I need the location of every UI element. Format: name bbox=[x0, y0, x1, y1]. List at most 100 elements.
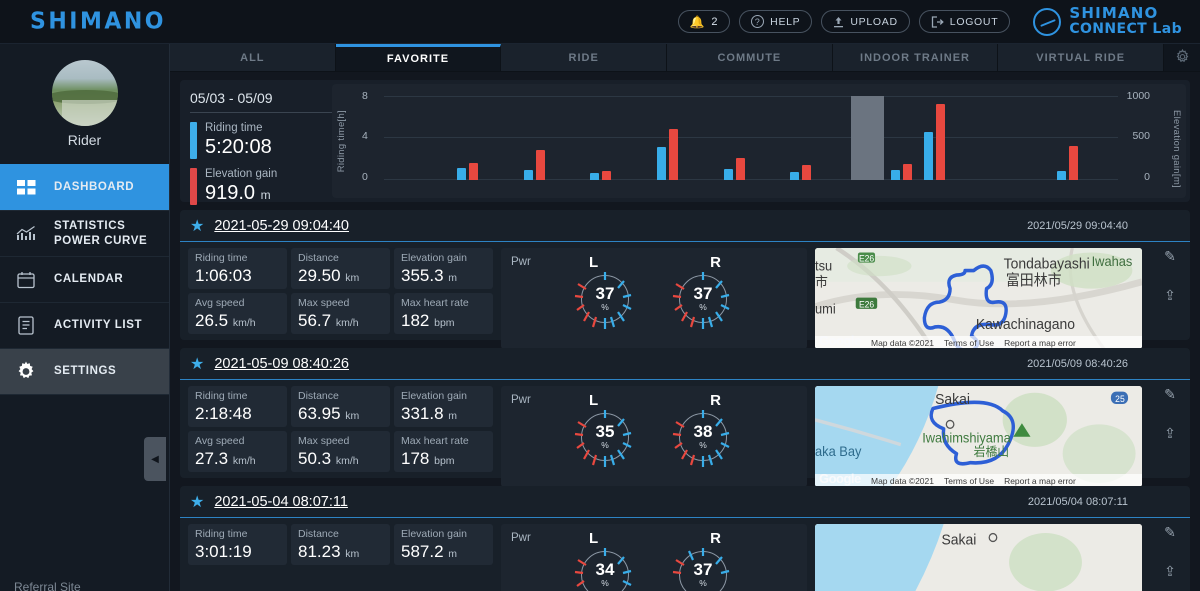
pencil-icon[interactable]: ✎ bbox=[1164, 386, 1176, 403]
svg-text:umi: umi bbox=[815, 301, 836, 316]
chart-bar-group[interactable] bbox=[618, 96, 651, 180]
chart-bar-group[interactable] bbox=[1051, 96, 1084, 180]
activity-card[interactable]: ★ 2021-05-04 08:07:11 2021/05/04 08:07:1… bbox=[180, 486, 1190, 591]
dial-value-right: 37 % bbox=[671, 267, 735, 331]
favorite-star-icon[interactable]: ★ bbox=[190, 216, 204, 236]
tab-virtual-ride[interactable]: VIRTUAL RIDE bbox=[998, 44, 1165, 71]
stat-unit: km/h bbox=[232, 454, 256, 467]
chart-bar-group[interactable] bbox=[784, 96, 817, 180]
chart-bar-group[interactable] bbox=[651, 96, 684, 180]
activity-card-tools: ✎ ⇪ bbox=[1150, 242, 1190, 340]
sidebar-item-settings[interactable]: SETTINGS bbox=[0, 348, 169, 394]
chart-bar-group[interactable] bbox=[384, 96, 417, 180]
dial-unit: % bbox=[699, 440, 707, 451]
sidebar-item-label: SETTINGS bbox=[54, 365, 117, 378]
y2-tick-500: 500 bbox=[1132, 130, 1150, 142]
y2-tick-1000: 1000 bbox=[1126, 90, 1150, 102]
activity-title-link[interactable]: 2021-05-29 09:04:40 bbox=[214, 218, 349, 234]
chart-bar-group[interactable] bbox=[951, 96, 984, 180]
chart-bar-group[interactable] bbox=[417, 96, 450, 180]
share-icon[interactable]: ⇪ bbox=[1164, 425, 1176, 442]
stat-value: 29.50 bbox=[298, 265, 341, 285]
stat-value: 63.95 bbox=[298, 403, 341, 423]
elevation-value: 919.0 bbox=[205, 182, 256, 205]
sidebar-item-calendar[interactable]: CALENDAR bbox=[0, 256, 169, 302]
power-label: Pwr bbox=[511, 256, 531, 268]
activity-card[interactable]: ★ 2021-05-29 09:04:40 2021/05/29 09:04:4… bbox=[180, 210, 1190, 350]
avatar[interactable] bbox=[51, 60, 118, 126]
map-terms-link[interactable]: Terms of Use bbox=[944, 476, 994, 486]
pencil-icon[interactable]: ✎ bbox=[1164, 524, 1176, 541]
activity-datetime: 2021/05/09 08:40:26 bbox=[1027, 357, 1128, 370]
date-range[interactable]: 05/03 - 05/09 bbox=[190, 90, 336, 113]
chart-bar-elevation-gain bbox=[935, 103, 945, 180]
route-map-thumbnail[interactable]: Tondabayashi 富田林市 Iwahas Kawachinagano t… bbox=[815, 248, 1142, 350]
share-icon[interactable]: ⇪ bbox=[1164, 287, 1176, 304]
svg-text:tsu: tsu bbox=[815, 258, 832, 273]
share-icon[interactable]: ⇪ bbox=[1164, 563, 1176, 580]
chart-bar-group[interactable] bbox=[751, 96, 784, 180]
chart-bar-group[interactable] bbox=[551, 96, 584, 180]
svg-text:Kawachinagano: Kawachinagano bbox=[976, 317, 1075, 333]
weekly-bar-chart[interactable]: Riding time[h] Elevation gain[m] 8 4 0 1… bbox=[332, 84, 1186, 198]
stat-value: 331.8 bbox=[401, 403, 444, 423]
pencil-icon[interactable]: ✎ bbox=[1164, 248, 1176, 265]
chart-bar-group[interactable] bbox=[884, 96, 917, 180]
map-report-link[interactable]: Report a map error bbox=[1004, 476, 1076, 486]
chart-bar-elevation-gain bbox=[1069, 145, 1079, 180]
chart-bar-group[interactable] bbox=[684, 96, 717, 180]
svg-text:市: 市 bbox=[815, 273, 828, 289]
stat-unit: km/h bbox=[232, 316, 256, 329]
tab-favorite[interactable]: FAVORITE bbox=[335, 44, 502, 71]
chart-bar-group[interactable] bbox=[484, 96, 517, 180]
stat-value: 178 bbox=[401, 448, 430, 468]
stat-max-speed: Max speed 56.7 km/h bbox=[291, 293, 390, 334]
sidebar-item-activity-list[interactable]: ACTIVITY LIST bbox=[0, 302, 169, 348]
chart-bar-group[interactable] bbox=[1018, 96, 1051, 180]
upload-button[interactable]: UPLOAD bbox=[821, 10, 910, 33]
svg-text:25: 25 bbox=[1115, 394, 1125, 404]
tab-indoor-trainer[interactable]: INDOOR TRAINER bbox=[832, 44, 999, 71]
sidebar-item-statistics[interactable]: STATISTICS POWER CURVE bbox=[0, 210, 169, 256]
chart-y2-axis-title: Elevation gain[m] bbox=[1171, 110, 1182, 188]
chart-bar-group[interactable] bbox=[851, 96, 885, 180]
svg-text:Tondabayashi: Tondabayashi bbox=[1004, 256, 1090, 272]
chart-bar-group[interactable] bbox=[1085, 96, 1118, 180]
route-map-thumbnail[interactable]: Sakai bbox=[815, 524, 1142, 591]
stat-key: Riding time bbox=[195, 390, 248, 402]
activity-card[interactable]: ★ 2021-05-09 08:40:26 2021/05/09 08:40:2… bbox=[180, 348, 1190, 488]
notifications-button[interactable]: 🔔 2 bbox=[677, 10, 731, 33]
chart-bar-elevation-gain bbox=[669, 129, 679, 180]
sidebar-collapse-handle[interactable]: ◀ bbox=[144, 437, 166, 481]
sidebar-item-dashboard[interactable]: DASHBOARD bbox=[0, 164, 169, 210]
chart-bar-group[interactable] bbox=[584, 96, 617, 180]
route-map-thumbnail[interactable]: Sakai Iwahimshiyama 岩橋山 aka Bay 25 Googl… bbox=[815, 386, 1142, 488]
activity-title-link[interactable]: 2021-05-04 08:07:11 bbox=[214, 494, 348, 510]
chart-bar-group[interactable] bbox=[718, 96, 751, 180]
chart-bar-riding-time bbox=[1057, 170, 1067, 180]
map-image: Tondabayashi 富田林市 Iwahas Kawachinagano t… bbox=[815, 248, 1142, 350]
tab-all[interactable]: ALL bbox=[170, 44, 336, 71]
tab-ride[interactable]: RIDE bbox=[501, 44, 668, 71]
activity-card-tools: ✎ ⇪ bbox=[1150, 380, 1190, 478]
chart-bar-group[interactable] bbox=[818, 96, 851, 180]
referral-site-link[interactable]: Referral Site bbox=[14, 580, 81, 591]
svg-text:E26: E26 bbox=[859, 253, 874, 263]
chart-bar-group[interactable] bbox=[451, 96, 484, 180]
tab-commute[interactable]: COMMUTE bbox=[667, 44, 833, 71]
tab-label: FAVORITE bbox=[386, 53, 450, 65]
connect-lab-logo[interactable]: SHIMANO CONNECT Lab bbox=[1033, 6, 1182, 36]
chart-bar-riding-time bbox=[523, 169, 533, 180]
logout-button[interactable]: LOGOUT bbox=[918, 10, 1011, 33]
stat-distance: Distance 63.95 km bbox=[291, 386, 390, 427]
help-button[interactable]: ? HELP bbox=[739, 10, 813, 33]
favorite-star-icon[interactable]: ★ bbox=[190, 354, 204, 374]
chart-bar-group[interactable] bbox=[918, 96, 951, 180]
activity-title-link[interactable]: 2021-05-09 08:40:26 bbox=[214, 356, 349, 372]
favorite-star-icon[interactable]: ★ bbox=[190, 492, 204, 512]
map-terms-link[interactable]: Terms of Use bbox=[944, 338, 994, 348]
map-report-link[interactable]: Report a map error bbox=[1004, 338, 1076, 348]
chart-bar-group[interactable] bbox=[984, 96, 1017, 180]
tab-settings-gear-icon[interactable] bbox=[1164, 44, 1200, 71]
chart-bar-group[interactable] bbox=[517, 96, 550, 180]
